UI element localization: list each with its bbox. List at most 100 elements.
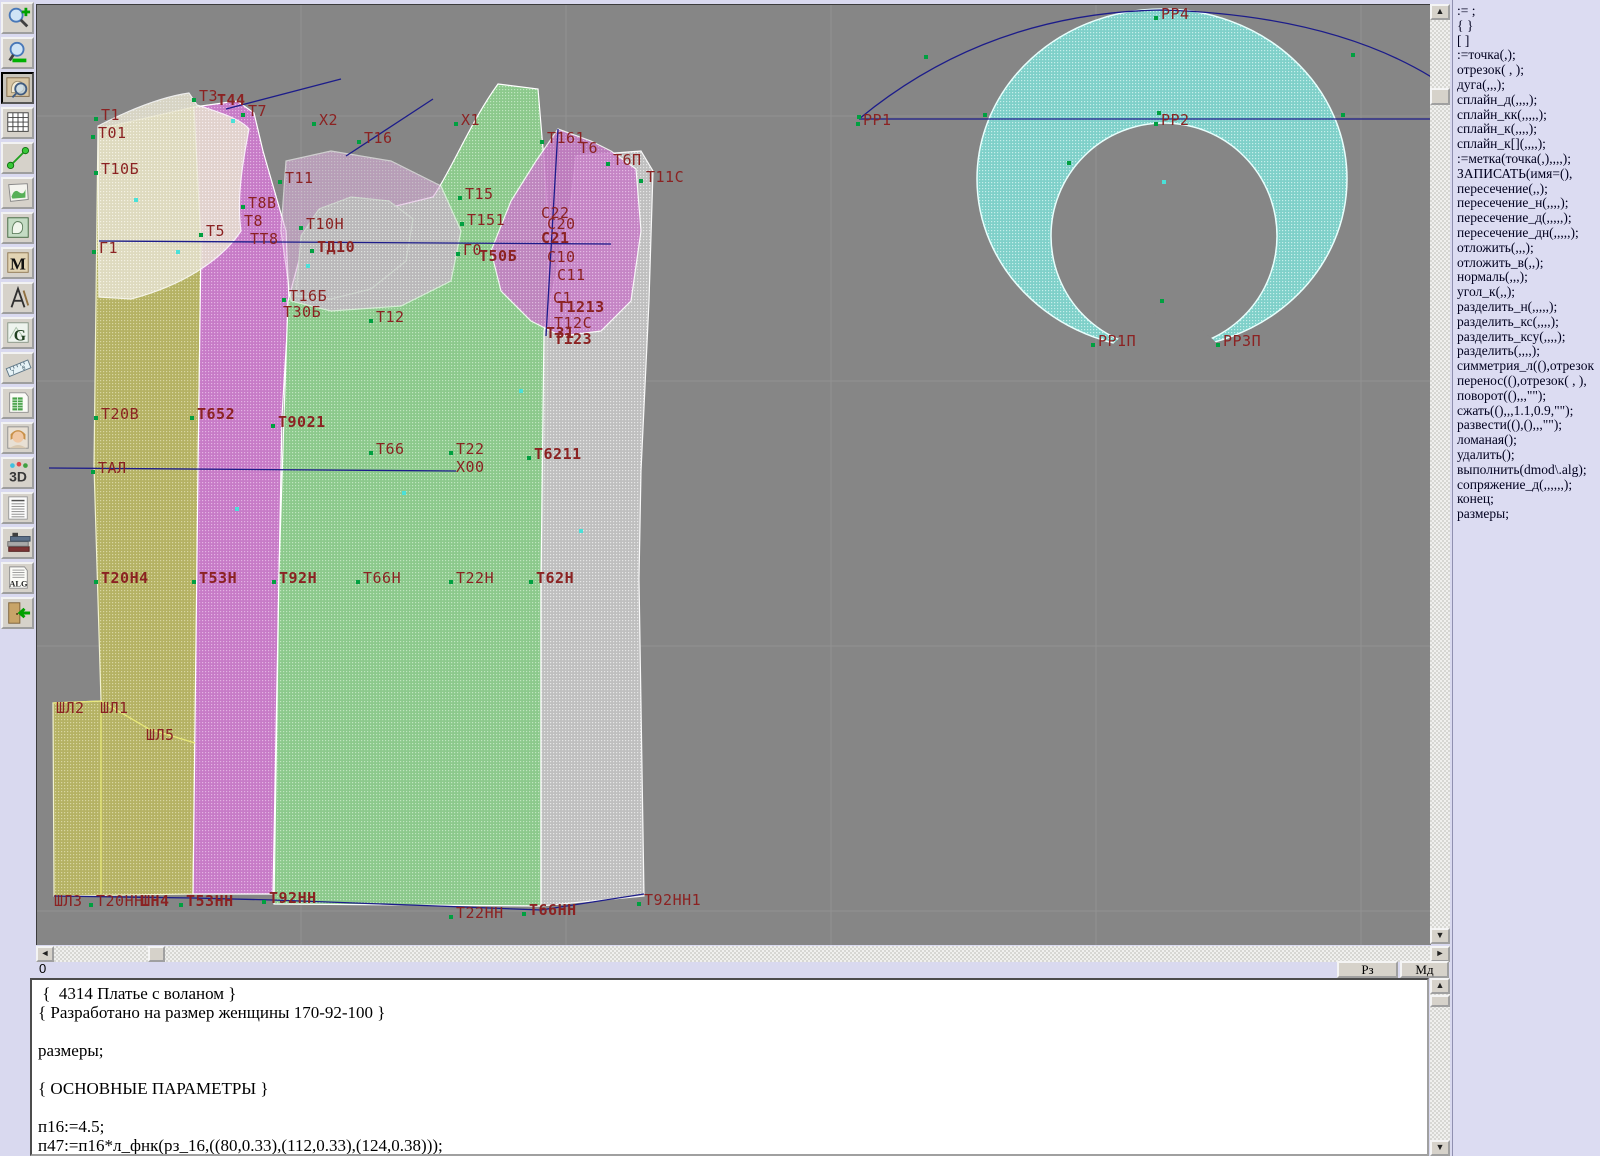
scroll-down-icon[interactable]: ▼: [1430, 928, 1450, 944]
toolbar-button-segment[interactable]: [1, 142, 34, 174]
command-item[interactable]: выполнить(dmod\.alg);: [1457, 463, 1600, 478]
toolbar-button-drafting[interactable]: [1, 282, 34, 314]
pattern-label: Т652: [197, 405, 235, 423]
command-item[interactable]: пересечение_д(,,,,,);: [1457, 211, 1600, 226]
g-letter-icon: G: [4, 320, 32, 346]
command-item[interactable]: сплайн_к[](,,,,);: [1457, 137, 1600, 152]
toolbar-button-zoom-out[interactable]: [1, 37, 34, 69]
toolbar-button-piece-frame[interactable]: [1, 212, 34, 244]
command-item[interactable]: нормаль(,,,);: [1457, 270, 1600, 285]
toolbar-button-threed[interactable]: 3D: [1, 457, 34, 489]
command-item[interactable]: разделить_н(,,,,,);: [1457, 300, 1600, 315]
command-item[interactable]: [ ]: [1457, 34, 1600, 49]
point-marker: [1154, 122, 1158, 126]
point-marker: [527, 456, 531, 460]
command-item[interactable]: конец;: [1457, 492, 1600, 507]
point-marker-cyan: [134, 198, 138, 202]
pattern-label: Т15: [465, 185, 494, 203]
toolbar-button-list[interactable]: [1, 492, 34, 524]
point-marker: [278, 180, 282, 184]
toolbar-button-grid[interactable]: [1, 107, 34, 139]
command-item[interactable]: поворот((),,,"");: [1457, 389, 1600, 404]
pattern-label: ШН4: [141, 892, 170, 910]
command-item[interactable]: перенос((),отрезок( , ),: [1457, 374, 1600, 389]
pattern-label: РР1П: [1098, 332, 1136, 350]
toolbar-button-books[interactable]: [1, 527, 34, 559]
toolbar-button-zoom-in[interactable]: [1, 2, 34, 34]
command-item[interactable]: :=метка(точка(,),,,,);: [1457, 152, 1600, 167]
command-item[interactable]: ломаная();: [1457, 433, 1600, 448]
point-marker: [94, 171, 98, 175]
toolbar-button-exit[interactable]: [1, 597, 34, 629]
pattern-label: Т01: [98, 124, 127, 142]
canvas-vscroll-thumb[interactable]: [1430, 88, 1450, 105]
flounce-ring-piece: [977, 9, 1347, 349]
scroll-down-icon[interactable]: ▼: [1430, 1140, 1450, 1156]
command-item[interactable]: сплайн_д(,,,,);: [1457, 93, 1600, 108]
point-marker-cyan: [1162, 180, 1166, 184]
command-item[interactable]: сжать((),,,1.1,0.9,"");: [1457, 404, 1600, 419]
command-item[interactable]: { }: [1457, 19, 1600, 34]
pattern-label: Т44: [217, 91, 246, 109]
scroll-up-icon[interactable]: ▲: [1430, 978, 1450, 994]
pattern-label: Т9021: [278, 413, 326, 431]
canvas-hscroll-thumb[interactable]: [148, 946, 165, 962]
command-item[interactable]: сплайн_к(,,,,);: [1457, 122, 1600, 137]
pattern-label: Т66НН: [529, 901, 577, 919]
canvas-vscrollbar[interactable]: ▲ ▼: [1430, 4, 1450, 944]
command-item[interactable]: угол_к(,,);: [1457, 285, 1600, 300]
command-item[interactable]: дуга(,,,);: [1457, 78, 1600, 93]
pattern-label: РР2: [1161, 111, 1190, 129]
command-item[interactable]: пересечение(,,);: [1457, 182, 1600, 197]
command-item[interactable]: := ;: [1457, 4, 1600, 19]
toolbar-button-portrait[interactable]: [1, 422, 34, 454]
pattern-label: Т20Н4: [101, 569, 149, 587]
command-item[interactable]: развести((),(),,,"");: [1457, 418, 1600, 433]
toolbar-button-table[interactable]: [1, 387, 34, 419]
command-item[interactable]: отложить_в(,,);: [1457, 256, 1600, 271]
command-item[interactable]: разделить_кс(,,,,);: [1457, 315, 1600, 330]
point-marker: [856, 122, 860, 126]
drawing-canvas[interactable]: Т1Т01Т10БТ3Т44Т7Х2Т16Т11Т8ВТ8Т5ТТ8Т10НГ1…: [36, 4, 1431, 945]
command-item[interactable]: пересечение_н(,,,,);: [1457, 196, 1600, 211]
md-button[interactable]: Мд: [1400, 961, 1449, 978]
code-vscrollbar[interactable]: ▲ ▼: [1430, 978, 1450, 1156]
point-marker: [458, 196, 462, 200]
exit-icon: [4, 600, 32, 626]
command-item[interactable]: сопряжение_д(,,,,,,);: [1457, 478, 1600, 493]
pattern-label: Т151: [467, 211, 505, 229]
construction-line: [346, 99, 433, 156]
toolbar-button-picture[interactable]: [1, 177, 34, 209]
command-item[interactable]: разделить(,,,,);: [1457, 344, 1600, 359]
scroll-left-icon[interactable]: ◄: [36, 946, 54, 962]
pattern-label: РР4: [1161, 5, 1190, 23]
pattern-label: Т22НН: [456, 904, 504, 922]
command-item[interactable]: разделить_ксу(,,,,);: [1457, 330, 1600, 345]
canvas-hscrollbar[interactable]: ◄: [36, 946, 1430, 962]
command-item[interactable]: отрезок( , );: [1457, 63, 1600, 78]
m-letter-icon: M: [4, 250, 32, 276]
command-item[interactable]: ЗАПИСАТЬ(имя=(),: [1457, 167, 1600, 182]
code-vscroll-thumb[interactable]: [1430, 995, 1450, 1007]
toolbar-button-ruler[interactable]: 78: [1, 352, 34, 384]
code-line: [38, 1022, 1427, 1041]
pattern-label: Т10Б: [101, 160, 139, 178]
code-editor[interactable]: { 4314 Платье с воланом }{ Разработано н…: [30, 978, 1429, 1156]
toolbar-button-alg[interactable]: ALG: [1, 562, 34, 594]
drafting-icon: [4, 285, 32, 311]
toolbar-button-m-letter[interactable]: M: [1, 247, 34, 279]
scroll-up-icon[interactable]: ▲: [1430, 4, 1450, 20]
command-item[interactable]: пересечение_дн(,,,,,);: [1457, 226, 1600, 241]
command-item[interactable]: сплайн_кк(,,,,,);: [1457, 108, 1600, 123]
toolbar-button-g-letter[interactable]: G: [1, 317, 34, 349]
command-item[interactable]: :=точка(,);: [1457, 48, 1600, 63]
command-item[interactable]: удалить();: [1457, 448, 1600, 463]
command-item[interactable]: размеры;: [1457, 507, 1600, 522]
rz-button[interactable]: Рз: [1337, 961, 1398, 978]
command-item[interactable]: отложить(,,,);: [1457, 241, 1600, 256]
toolbar-button-view-piece[interactable]: [1, 72, 34, 104]
command-item[interactable]: симметрия_л((),отрезок: [1457, 359, 1600, 374]
scroll-right-icon[interactable]: ►: [1430, 946, 1450, 962]
point-marker: [179, 903, 183, 907]
pattern-label: Т66Н: [363, 569, 401, 587]
